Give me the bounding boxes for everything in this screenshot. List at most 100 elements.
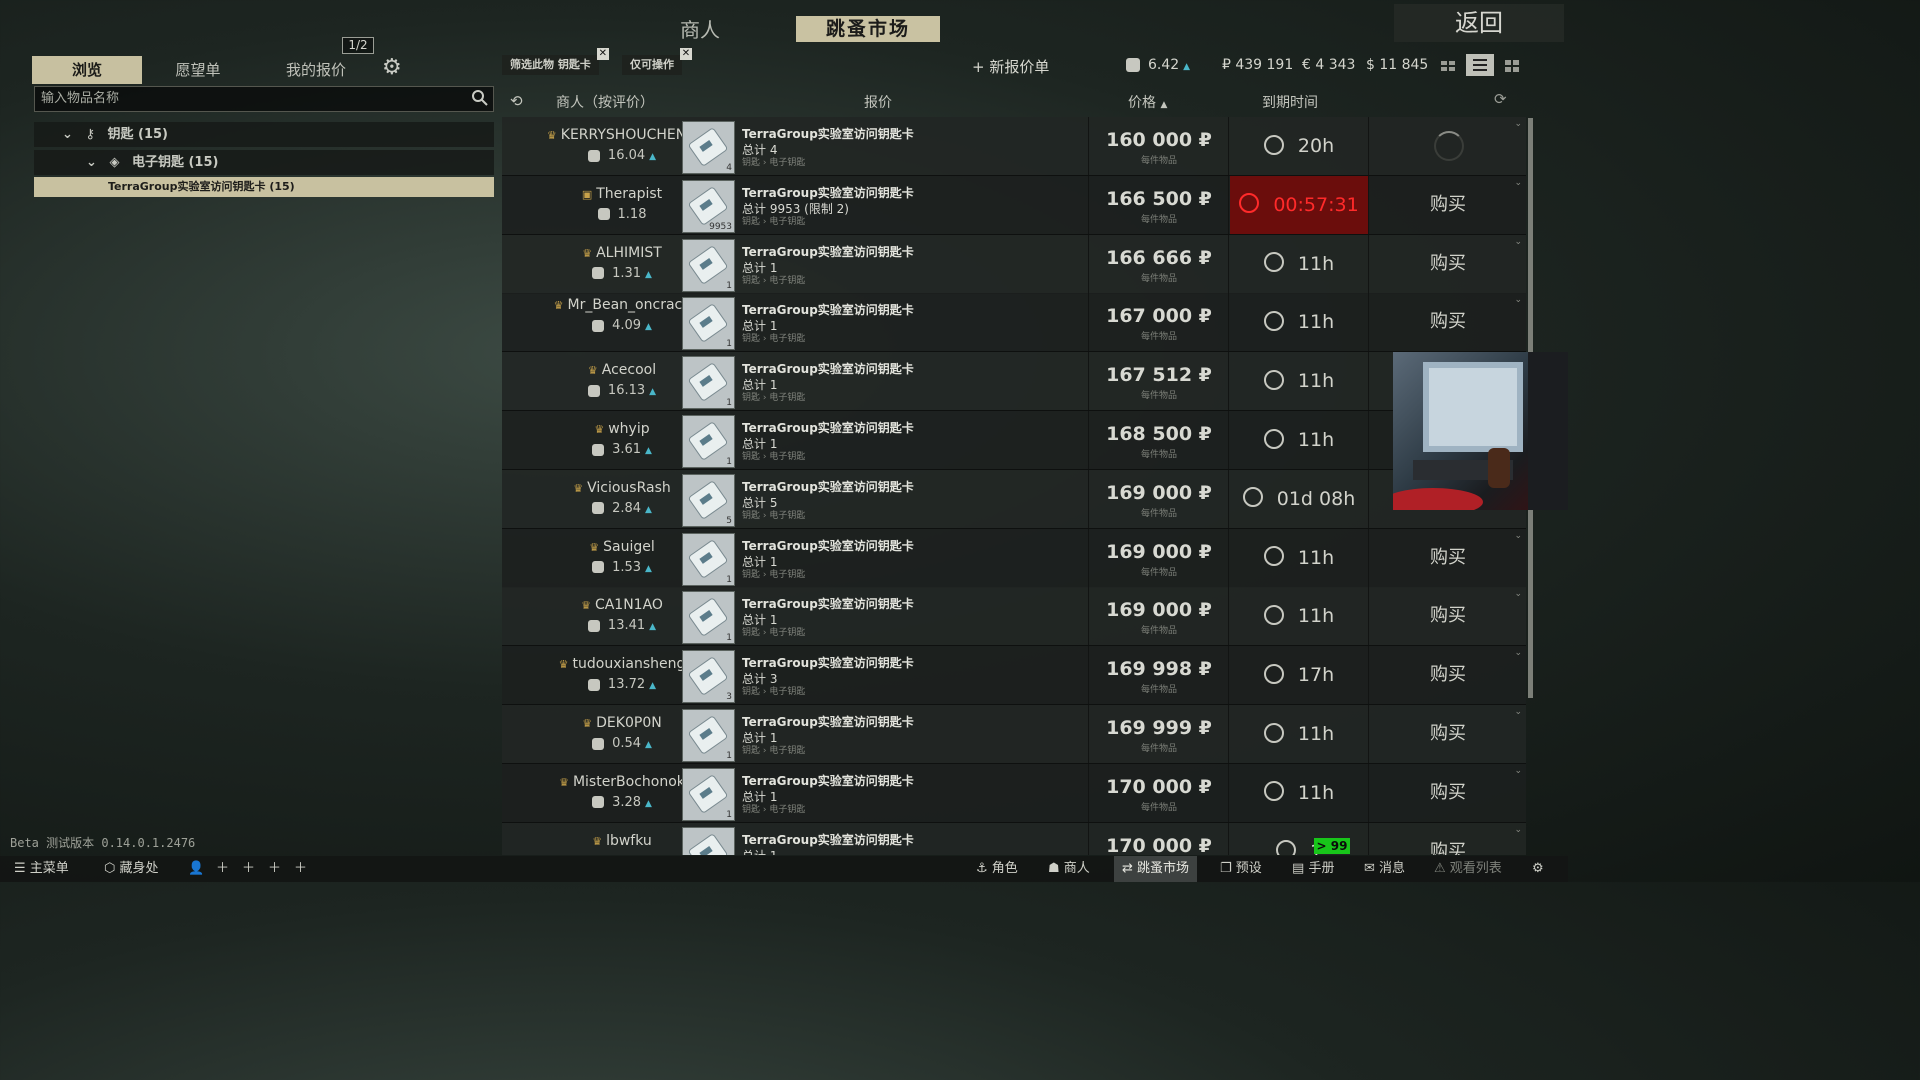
grid-small-view-icon[interactable] [1440, 58, 1456, 72]
keycard-thumbnail[interactable]: 1 [682, 297, 735, 351]
tree-item-keys[interactable]: ⌄ ⚷ 钥匙 (15) [34, 122, 494, 147]
chevron-down-icon[interactable]: ⌄ [1514, 766, 1522, 776]
keycard-thumbnail[interactable]: 1 [682, 356, 735, 410]
seller-cell[interactable]: ♛ Acecool 16.13 ▲ [542, 362, 702, 398]
character-button[interactable]: ⚓ 角色 [968, 856, 1026, 882]
offer-row[interactable]: ♛ Acecool 16.13 ▲ 1 TerraGroup实验室访问钥匙卡 总计 … [502, 352, 1526, 412]
offer-row[interactable]: ♛ ViciousRash 2.84 ▲ 5 TerraGroup实验室访问钥匙卡 … [502, 469, 1526, 529]
grid-large-view-icon[interactable] [1504, 58, 1520, 72]
buy-button[interactable]: 购买 [1370, 235, 1526, 293]
chevron-down-icon[interactable]: ⌄ [1514, 707, 1522, 717]
tree-item-electronic-keys[interactable]: ⌄ ◈ 电子钥匙 (15) [34, 150, 494, 175]
seller-cell[interactable]: ♛ whyip 3.61 ▲ [542, 421, 702, 457]
offer-row[interactable]: ♛ Mr_Bean_oncrack 4.09 ▲ 1 TerraGroup实验室访问… [502, 293, 1526, 353]
chevron-down-icon[interactable]: ⌄ [1514, 178, 1522, 188]
offer-row[interactable]: ♛ DEK0P0N 0.54 ▲ 1 TerraGroup实验室访问钥匙卡 总计 1… [502, 705, 1526, 764]
offer-row[interactable]: ♛ MisterBochonok 3.28 ▲ 1 TerraGroup实验室访问钥… [502, 763, 1526, 823]
seller-cell[interactable]: ♛ Mr_Bean_oncrack 4.09 ▲ [542, 297, 702, 333]
seller-name[interactable]: ♛ DEK0P0N [542, 715, 702, 732]
flea-market-button[interactable]: ⇄ 跳蚤市场 [1114, 856, 1198, 882]
tab-trader[interactable]: 商人 [660, 14, 740, 43]
keycard-thumbnail[interactable]: 4 [682, 121, 735, 174]
keycard-thumbnail[interactable]: 9953 [682, 179, 735, 233]
seller-cell[interactable]: ♛ Sauigel 1.53 ▲ [542, 539, 702, 575]
keycard-thumbnail[interactable]: 1 [682, 709, 735, 762]
back-button[interactable]: 返回 [1394, 4, 1564, 42]
seller-cell[interactable]: ♛lbwfku ▲ [542, 833, 702, 855]
buy-button[interactable]: 购买 [1370, 176, 1526, 234]
search-icon[interactable] [471, 89, 489, 107]
keycard-thumbnail[interactable]: 1 [682, 826, 735, 855]
buy-button[interactable]: 购买 [1370, 529, 1526, 587]
keycard-thumbnail[interactable]: 1 [682, 591, 735, 645]
close-icon[interactable]: ✕ [596, 48, 609, 60]
seller-name[interactable]: ♛ whyip [542, 421, 702, 438]
tab-flea-market[interactable]: 跳蚤市场 [796, 16, 940, 42]
offer-row[interactable]: ♛lbwfku ▲ 1 TerraGroup实验室访问钥匙卡 总计 1 钥匙 ›… [502, 822, 1526, 855]
settings-icon[interactable]: ⚙ [1524, 856, 1552, 882]
seller-cell[interactable]: ▣ Therapist 1.18 [542, 186, 702, 222]
keycard-thumbnail[interactable]: 1 [682, 767, 735, 821]
buy-button[interactable]: 购买 [1370, 705, 1526, 763]
filter-chip-available[interactable]: 仅可操作 ✕ [622, 48, 692, 75]
seller-cell[interactable]: ♛ DEK0P0N 0.54 ▲ [542, 715, 702, 751]
offer-row[interactable]: ♛ CA1N1AO 13.41 ▲ 1 TerraGroup实验室访问钥匙卡 总计 … [502, 587, 1526, 647]
seller-name[interactable]: ♛ tudouxiansheng [542, 656, 702, 673]
chevron-down-icon[interactable]: ⌄ [1514, 119, 1522, 129]
keycard-thumbnail[interactable]: 5 [682, 473, 735, 527]
tab-browse[interactable]: 浏览 [32, 56, 142, 84]
keycard-thumbnail[interactable]: 1 [682, 238, 735, 292]
offer-row[interactable]: ♛ tudouxiansheng 13.72 ▲ 3 TerraGroup实验室访问… [502, 646, 1526, 706]
seller-cell[interactable]: ♛ ALHIMIST 1.31 ▲ [542, 245, 702, 281]
column-price[interactable]: 价格 ▲ [1128, 92, 1167, 112]
keycard-thumbnail[interactable]: 1 [682, 532, 735, 586]
seller-name[interactable]: ♛ ALHIMIST [542, 245, 702, 262]
messages-button[interactable]: ✉ 消息 [1356, 856, 1413, 882]
seller-name[interactable]: ♛ lbwfku [542, 833, 702, 850]
traders-button[interactable]: ☗ 商人 [1040, 856, 1098, 882]
seller-name[interactable]: ▣ Therapist [542, 186, 702, 203]
add-slot-icon[interactable]: ＋ [234, 856, 263, 882]
seller-name[interactable]: ♛ MisterBochonok [542, 774, 702, 791]
add-slot-icon[interactable]: ＋ [260, 856, 289, 882]
gear-icon[interactable]: ⚙ [382, 57, 404, 79]
buy-button[interactable]: 购买 [1370, 646, 1526, 704]
keycard-thumbnail[interactable]: 1 [682, 415, 735, 468]
seller-cell[interactable]: ♛ KERRYSHOUCHENG 16.04 ▲ [542, 127, 702, 163]
watchlist-button[interactable]: ⚠ 观看列表 [1426, 856, 1510, 882]
seller-cell[interactable]: ♛ tudouxiansheng 13.72 ▲ [542, 656, 702, 692]
list-view-icon[interactable] [1466, 54, 1494, 76]
chevron-down-icon[interactable]: ⌄ [1514, 825, 1522, 835]
seller-cell[interactable]: ♛ ViciousRash 2.84 ▲ [542, 480, 702, 516]
column-seller[interactable]: 商人（按评价） [556, 92, 654, 112]
hideout-button[interactable]: ⬡ 藏身处 [96, 856, 167, 882]
seller-cell[interactable]: ♛ CA1N1AO 13.41 ▲ [542, 597, 702, 633]
main-menu-button[interactable]: ☰ 主菜单 [6, 856, 77, 882]
add-slot-icon[interactable]: ＋ [286, 856, 315, 882]
seller-name[interactable]: ♛ Sauigel [542, 539, 702, 556]
refresh-icon[interactable]: ⟲ [510, 92, 530, 110]
buy-button[interactable]: 购买 [1370, 293, 1526, 351]
seller-name[interactable]: ♛ KERRYSHOUCHENG [542, 127, 702, 144]
offer-row[interactable]: ♛ KERRYSHOUCHENG 16.04 ▲ 4 TerraGroup实验室访问… [502, 117, 1526, 176]
offer-row[interactable]: ▣ Therapist 1.18 9953 TerraGroup实验室访问钥匙卡 … [502, 175, 1526, 235]
chevron-down-icon[interactable]: ⌄ [1514, 295, 1522, 305]
seller-cell[interactable]: ♛ MisterBochonok 3.28 ▲ [542, 774, 702, 810]
tree-item-labs-keycard[interactable]: TerraGroup实验室访问钥匙卡 (15) [34, 177, 494, 197]
column-expiry[interactable]: 到期时间 [1262, 92, 1318, 112]
search-input[interactable] [35, 87, 467, 110]
tab-wishlist[interactable]: 愿望单 [148, 56, 248, 84]
buy-button[interactable]: 购买 [1370, 823, 1526, 855]
filter-chip-item[interactable]: 筛选此物 钥匙卡 ✕ [502, 48, 609, 75]
close-icon[interactable]: ✕ [680, 48, 692, 60]
seller-name[interactable]: ♛ CA1N1AO [542, 597, 702, 614]
chevron-down-icon[interactable]: ⌄ [1514, 589, 1522, 599]
chevron-down-icon[interactable]: ⌄ [1514, 531, 1522, 541]
presets-button[interactable]: ❐ 预设 [1212, 856, 1270, 882]
buy-button[interactable]: 购买 [1370, 587, 1526, 645]
buy-button[interactable]: 购买 [1370, 764, 1526, 822]
tab-my-offers[interactable]: 我的报价 [264, 56, 368, 84]
buy-button[interactable] [1370, 117, 1526, 175]
offer-row[interactable]: ♛ Sauigel 1.53 ▲ 1 TerraGroup实验室访问钥匙卡 总计 1… [502, 528, 1526, 588]
auto-refresh-icon[interactable]: ⟳ [1494, 90, 1507, 108]
